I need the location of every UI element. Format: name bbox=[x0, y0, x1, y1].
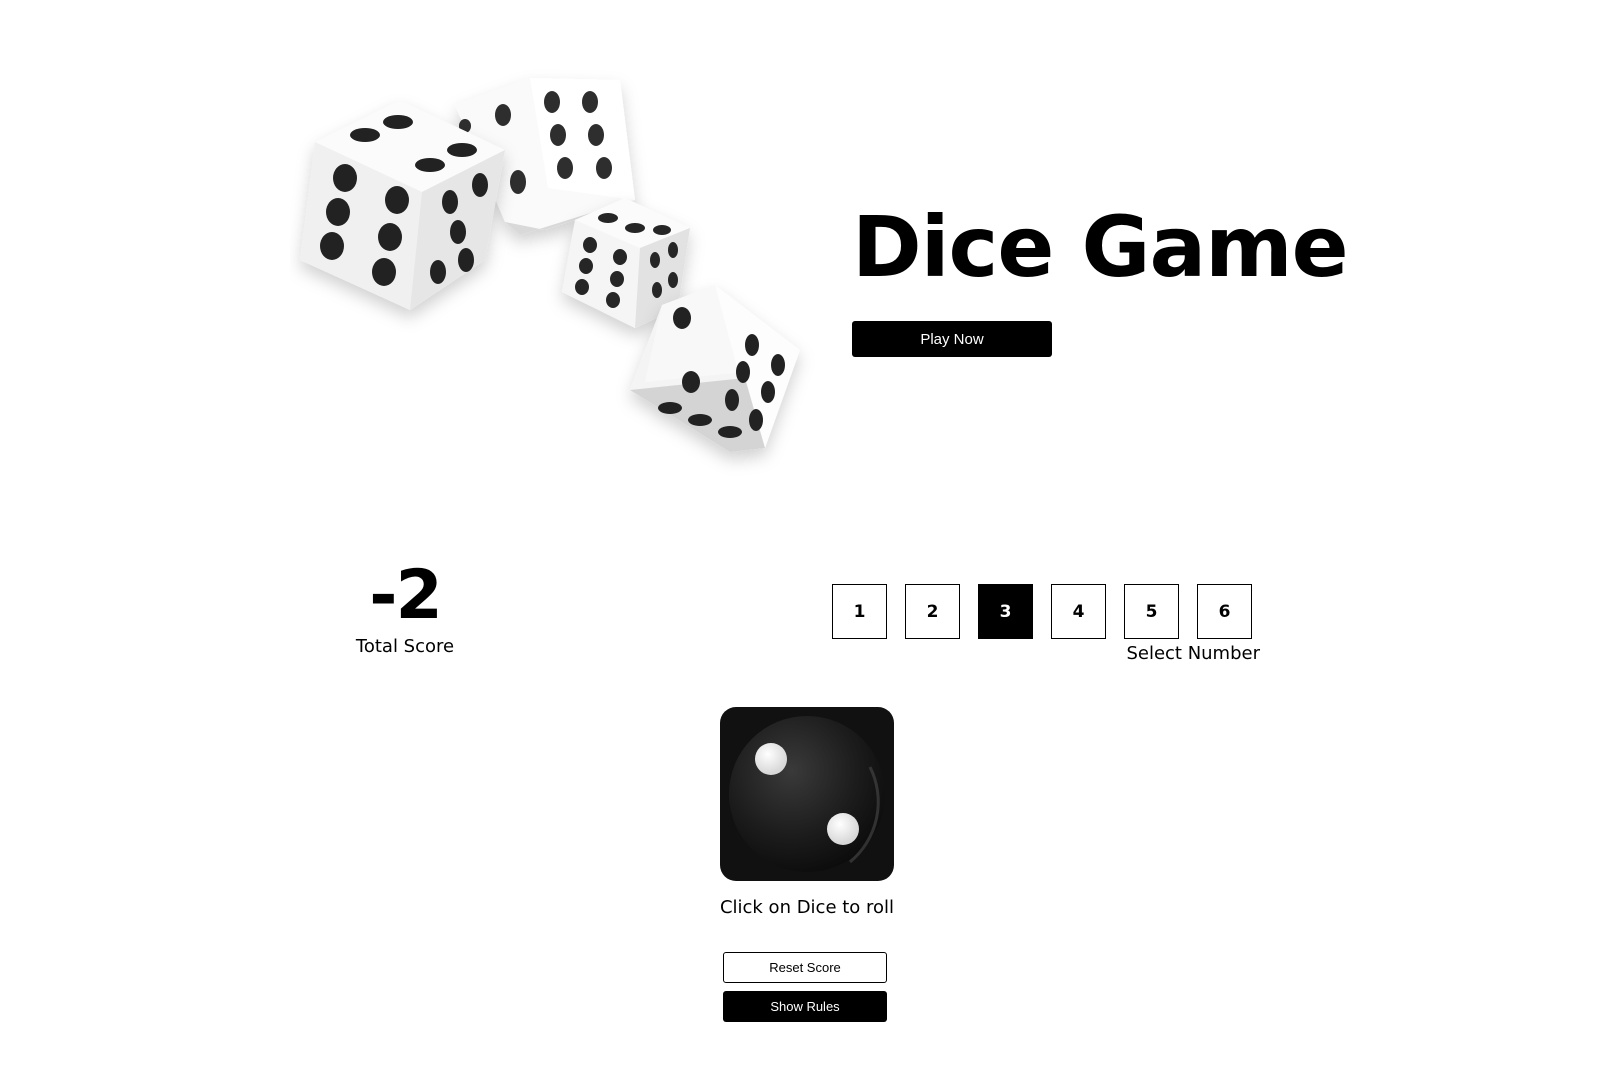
number-option-6[interactable]: 6 bbox=[1197, 584, 1252, 639]
number-option-4[interactable]: 4 bbox=[1051, 584, 1106, 639]
number-option-1[interactable]: 1 bbox=[832, 584, 887, 639]
number-option-2[interactable]: 2 bbox=[905, 584, 960, 639]
number-option-3[interactable]: 3 bbox=[978, 584, 1033, 639]
score-block: -2 Total Score bbox=[350, 556, 460, 658]
play-now-button[interactable]: Play Now bbox=[852, 321, 1052, 357]
number-selector: 1 2 3 4 5 6 bbox=[832, 584, 1252, 639]
total-score-value: -2 bbox=[369, 556, 443, 635]
dice-group-icon bbox=[300, 78, 800, 452]
page-title: Dice Game bbox=[852, 198, 1349, 296]
reset-score-button[interactable]: Reset Score bbox=[723, 952, 887, 983]
dice-face-2-icon[interactable] bbox=[720, 707, 894, 881]
select-number-label: Select Number bbox=[1126, 643, 1260, 664]
total-score-label: Total Score bbox=[355, 636, 455, 657]
number-option-5[interactable]: 5 bbox=[1124, 584, 1179, 639]
dice-caption: Click on Dice to roll bbox=[719, 897, 895, 918]
show-rules-button[interactable]: Show Rules bbox=[723, 991, 887, 1022]
